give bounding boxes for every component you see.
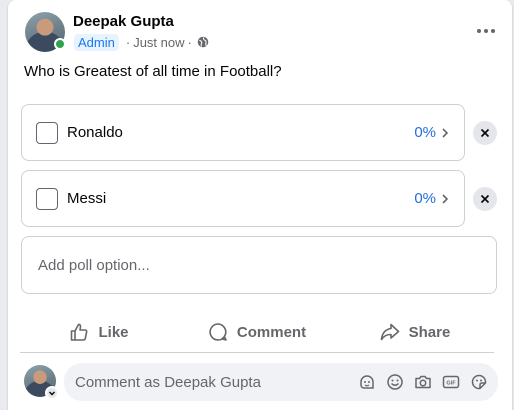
thumbs-up-icon: [71, 323, 88, 341]
avatar-sticker-icon[interactable]: [353, 368, 381, 396]
comment-label: Comment: [236, 323, 307, 341]
online-status-dot: [54, 38, 66, 50]
close-icon: [480, 194, 490, 204]
post-actions: Like Comment Share: [20, 313, 494, 353]
poll-option[interactable]: Ronaldo 0%: [21, 104, 465, 161]
comment-composer[interactable]: GIF: [64, 363, 498, 401]
speech-bubble-icon: [209, 323, 227, 341]
post-meta: Admin · Just now ·: [74, 33, 209, 51]
chevron-right-icon: [442, 127, 449, 138]
share-button[interactable]: Share: [336, 313, 494, 352]
meta-separator: ·: [125, 34, 131, 50]
share-label: Share: [408, 323, 451, 341]
svg-text:GIF: GIF: [446, 381, 456, 387]
poll-option-label: Ronaldo: [67, 124, 123, 141]
share-arrow-icon: [380, 323, 399, 341]
remove-option-button[interactable]: [473, 121, 497, 145]
gif-icon[interactable]: GIF: [437, 368, 465, 396]
poll-option-label: Messi: [67, 190, 107, 207]
more-dot: [477, 29, 481, 33]
chevron-down-icon[interactable]: [45, 386, 59, 400]
poll-option[interactable]: Messi 0%: [21, 170, 465, 227]
poll-option-percent[interactable]: 0%: [414, 190, 436, 207]
close-icon: [480, 128, 490, 138]
post-timestamp[interactable]: Just now: [133, 35, 184, 50]
camera-icon[interactable]: [409, 368, 437, 396]
comment-tools: GIF: [353, 368, 493, 396]
more-options-button[interactable]: [468, 13, 504, 49]
post-card: Deepak Gupta Admin · Just now · Who is G…: [8, 0, 512, 410]
add-poll-option[interactable]: [21, 236, 497, 294]
globe-icon[interactable]: [197, 36, 209, 48]
commenter-avatar[interactable]: [24, 365, 59, 400]
sticker-icon[interactable]: [465, 368, 493, 396]
remove-option-button[interactable]: [473, 187, 497, 211]
more-dot: [491, 29, 495, 33]
poll-option-checkbox[interactable]: [36, 121, 58, 144]
comment-button[interactable]: Comment: [178, 313, 336, 352]
poll-option-percent[interactable]: 0%: [414, 124, 436, 141]
comment-input[interactable]: [75, 373, 353, 391]
poll-question: Who is Greatest of all time in Football?: [24, 63, 282, 80]
chevron-right-icon: [442, 193, 449, 204]
like-label: Like: [98, 323, 129, 341]
poll-option-checkbox[interactable]: [36, 187, 58, 210]
author-avatar[interactable]: [25, 12, 66, 52]
add-poll-option-input[interactable]: [38, 256, 480, 274]
meta-separator: ·: [187, 34, 192, 50]
like-button[interactable]: Like: [20, 313, 178, 352]
emoji-icon[interactable]: [381, 368, 409, 396]
admin-badge: Admin: [74, 33, 119, 51]
more-dot: [484, 29, 488, 33]
author-name[interactable]: Deepak Gupta: [73, 13, 174, 30]
